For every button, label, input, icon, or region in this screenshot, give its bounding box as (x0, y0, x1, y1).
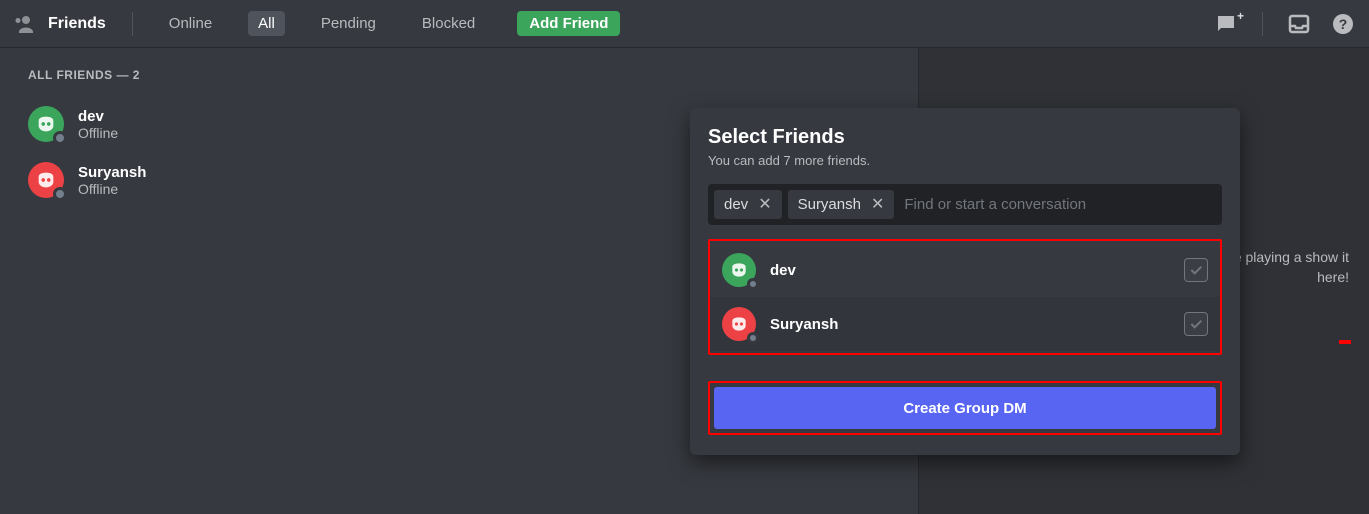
friend-status: Offline (78, 181, 146, 197)
new-group-dm-icon[interactable]: + (1214, 12, 1238, 36)
header-right: + ? (1214, 12, 1355, 36)
friend-select-name: Suryansh (770, 316, 838, 333)
section-title: ALL FRIENDS — 2 (28, 68, 890, 82)
tabs: Online All Pending Blocked Add Friend (159, 11, 621, 36)
status-offline-icon (747, 278, 759, 290)
chip: Suryansh ✕ (788, 190, 895, 219)
status-offline-icon (53, 131, 67, 145)
help-icon[interactable]: ? (1331, 12, 1355, 36)
header-left: Friends Online All Pending Blocked Add F… (14, 11, 620, 36)
avatar (722, 307, 756, 341)
friend-info: dev Offline (78, 108, 118, 141)
avatar (722, 253, 756, 287)
status-offline-icon (53, 187, 67, 201)
friend-select-item[interactable]: Suryansh (710, 297, 1220, 351)
friend-status: Offline (78, 125, 118, 141)
friend-select-item[interactable]: dev (710, 243, 1220, 297)
friend-select-list: dev Suryansh (708, 239, 1222, 355)
svg-text:?: ? (1339, 16, 1348, 32)
create-dm-box: Create Group DM (708, 381, 1222, 435)
friend-search-input[interactable] (900, 190, 1216, 219)
divider (1262, 12, 1263, 36)
page-title: Friends (48, 15, 106, 33)
friend-info: Suryansh Offline (78, 164, 146, 197)
friend-name: dev (78, 108, 118, 125)
checkbox-checked[interactable] (1184, 258, 1208, 282)
header-bar: Friends Online All Pending Blocked Add F… (0, 0, 1369, 48)
tab-pending[interactable]: Pending (311, 11, 386, 36)
friend-name: Suryansh (78, 164, 146, 181)
annotation-mark (1339, 340, 1351, 344)
inbox-icon[interactable] (1287, 12, 1311, 36)
chip-remove-icon[interactable]: ✕ (871, 197, 884, 213)
chip-label: Suryansh (798, 196, 861, 213)
chip: dev ✕ (714, 190, 782, 219)
status-offline-icon (747, 332, 759, 344)
tab-blocked[interactable]: Blocked (412, 11, 485, 36)
tab-all[interactable]: All (248, 11, 285, 36)
selected-chip-row[interactable]: dev ✕ Suryansh ✕ (708, 184, 1222, 225)
select-friends-popout: Select Friends You can add 7 more friend… (690, 108, 1240, 455)
divider (132, 12, 133, 36)
chip-label: dev (724, 196, 748, 213)
body: ALL FRIENDS — 2 dev Offline Suryansh (0, 48, 1369, 514)
tab-online[interactable]: Online (159, 11, 222, 36)
popout-subtitle: You can add 7 more friends. (708, 153, 1222, 168)
friends-icon (14, 12, 38, 36)
popout-title: Select Friends (708, 126, 1222, 149)
avatar (28, 106, 64, 142)
plus-badge-icon: + (1237, 9, 1244, 23)
avatar (28, 162, 64, 198)
checkbox-checked[interactable] (1184, 312, 1208, 336)
friend-select-name: dev (770, 262, 796, 279)
chip-remove-icon[interactable]: ✕ (758, 197, 771, 213)
add-friend-button[interactable]: Add Friend (517, 11, 620, 36)
create-group-dm-button[interactable]: Create Group DM (714, 387, 1216, 429)
